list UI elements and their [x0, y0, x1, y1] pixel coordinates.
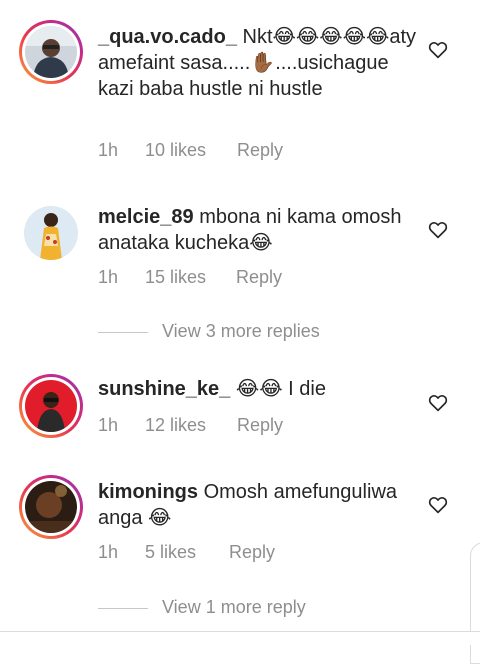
comment-text: sunshine_ke_ 😂😂 I die [98, 376, 418, 402]
comment-likes[interactable]: 12 likes [145, 415, 237, 436]
comment-body: 😂😂 I die [235, 378, 326, 400]
avatar[interactable] [24, 206, 78, 260]
view-more-replies-button[interactable]: View 1 more reply [98, 597, 306, 618]
comment-likes[interactable]: 10 likes [145, 140, 237, 161]
divider-line [98, 331, 148, 333]
heart-icon[interactable] [428, 41, 448, 59]
comment-meta: 1h 12 likes Reply [98, 415, 283, 436]
comment-time: 1h [98, 542, 119, 562]
heart-icon[interactable] [428, 496, 448, 514]
comment-text: kimonings Omosh amefunguliwa anga 😂 [98, 479, 418, 531]
overlay-panel-edge [470, 542, 480, 664]
comment-time: 1h [98, 415, 119, 435]
comment-text: melcie_89 mbona ni kama omosh anataka ku… [98, 204, 418, 256]
avatar-story-ring[interactable] [19, 374, 83, 438]
comment-meta: 1h 10 likes Reply [98, 140, 283, 161]
comment-meta: 1h 5 likes Reply [98, 542, 275, 563]
bottom-divider [0, 631, 480, 632]
view-replies-label: View 3 more replies [162, 321, 320, 341]
view-more-replies-button[interactable]: View 3 more replies [98, 321, 320, 342]
comment-username[interactable]: sunshine_ke_ [98, 378, 230, 400]
avatar-story-ring[interactable] [19, 475, 83, 539]
avatar [25, 380, 77, 432]
reply-button[interactable]: Reply [237, 415, 283, 436]
comment-meta: 1h 15 likes Reply [98, 267, 282, 288]
reply-button[interactable]: Reply [237, 140, 283, 161]
comment-username[interactable]: _qua.vo.cado_ [98, 26, 237, 48]
comment-time: 1h [98, 140, 119, 160]
reply-button[interactable]: Reply [236, 267, 282, 288]
comment-likes[interactable]: 5 likes [145, 542, 229, 563]
avatar-story-ring[interactable] [19, 20, 83, 84]
comment-username[interactable]: melcie_89 [98, 206, 194, 228]
reply-button[interactable]: Reply [229, 542, 275, 563]
comment-username[interactable]: kimonings [98, 481, 198, 503]
heart-icon[interactable] [428, 394, 448, 412]
comment-text: _qua.vo.cado_ Nkt😂😂😂😂😂aty amefaint sasa.… [98, 24, 418, 102]
divider-line [98, 607, 148, 609]
comment-likes[interactable]: 15 likes [145, 267, 236, 288]
heart-icon[interactable] [428, 221, 448, 239]
bottom-bar [0, 631, 480, 645]
comment-time: 1h [98, 267, 119, 287]
avatar [25, 481, 77, 533]
avatar [25, 26, 77, 78]
view-replies-label: View 1 more reply [162, 597, 306, 617]
